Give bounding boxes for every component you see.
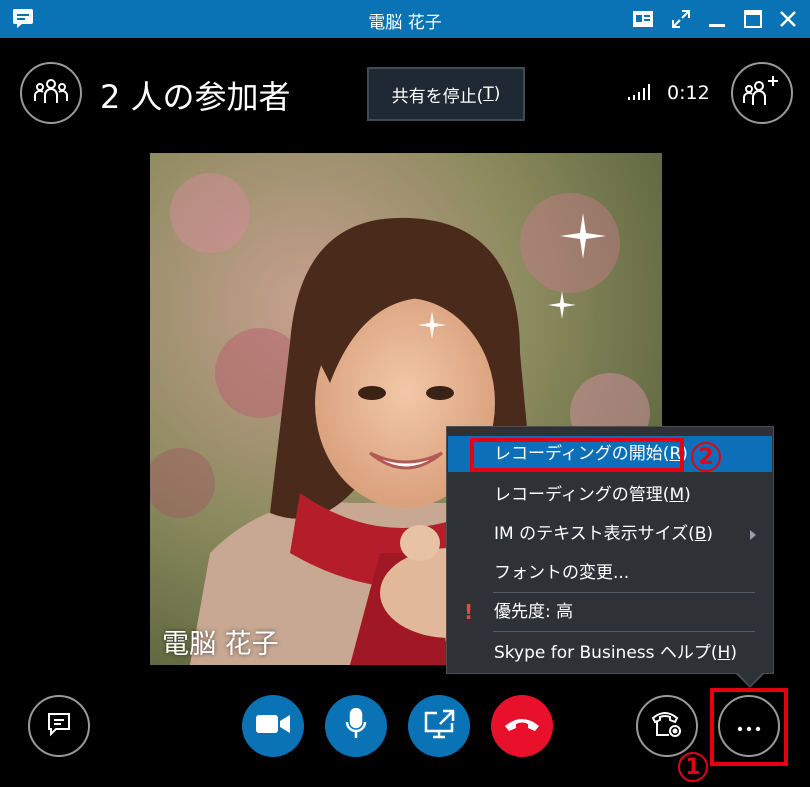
- hang-up-button[interactable]: [491, 695, 553, 757]
- menu-item-change-font[interactable]: フォントの変更...: [448, 555, 772, 591]
- menu-separator: [493, 592, 755, 593]
- participants-button[interactable]: [20, 62, 82, 124]
- annotation-step-1: 1: [678, 752, 708, 782]
- maximize-icon[interactable]: [738, 4, 768, 34]
- present-button[interactable]: [408, 695, 470, 757]
- im-button[interactable]: [28, 695, 90, 757]
- im-icon: [46, 711, 72, 741]
- stop-share-label: 共有を停止(: [391, 86, 484, 107]
- menu-item-label: フォントの変更...: [494, 563, 630, 583]
- caller-name-overlay: 電脳 花子: [162, 629, 279, 660]
- close-icon[interactable]: [773, 4, 803, 34]
- menu-item-accel: B: [694, 524, 707, 544]
- hang-up-icon: [504, 716, 540, 736]
- warning-icon: !: [464, 600, 474, 624]
- participants-count: 2 人の参加者: [100, 78, 291, 116]
- call-controls-button[interactable]: [636, 695, 698, 757]
- present-screen-icon: [423, 709, 455, 743]
- annotation-box-step-2: [470, 438, 684, 472]
- annotation-box-step-1: [710, 688, 788, 766]
- presenter-view-icon[interactable]: [628, 4, 658, 34]
- call-timer: 0:12: [667, 82, 710, 104]
- menu-item-label-end: ): [706, 524, 714, 544]
- participants-icon: [33, 75, 69, 111]
- add-participant-button[interactable]: [731, 62, 793, 124]
- menu-item-priority-high[interactable]: ! 優先度: 高: [448, 594, 772, 630]
- add-participant-icon: [743, 74, 781, 112]
- menu-pointer: [737, 672, 763, 686]
- submenu-arrow-icon: [750, 530, 756, 540]
- menu-item-label-end: ): [730, 643, 737, 663]
- minimize-icon[interactable]: [702, 4, 732, 34]
- annotation-step-2: 2: [691, 442, 721, 472]
- menu-item-label: 優先度: 高: [494, 602, 574, 622]
- menu-item-accel: M: [669, 485, 685, 505]
- menu-item-label: IM のテキスト表示サイズ(: [494, 524, 695, 544]
- menu-item-manage-recordings[interactable]: レコーディングの管理(M): [448, 477, 772, 513]
- menu-item-accel: H: [717, 643, 731, 663]
- menu-separator: [493, 631, 755, 632]
- menu-item-label: Skype for Business ヘルプ(: [494, 643, 718, 663]
- skype-meeting-window: 電脳 花子 2 人の参加者 共有を停止(T) 0:12 電脳 花子 レコーディ…: [0, 0, 810, 787]
- signal-bars-icon[interactable]: [628, 84, 654, 104]
- expand-icon[interactable]: [666, 4, 696, 34]
- video-button[interactable]: [242, 695, 304, 757]
- call-controls-icon: [650, 709, 684, 743]
- microphone-icon: [345, 707, 367, 744]
- video-camera-icon: [256, 713, 290, 739]
- menu-item-help[interactable]: Skype for Business ヘルプ(H): [448, 635, 772, 671]
- stop-sharing-button[interactable]: 共有を停止(T): [367, 67, 525, 121]
- title-bar: 電脳 花子: [0, 0, 810, 38]
- microphone-button[interactable]: [325, 695, 387, 757]
- stop-share-accel: T: [483, 84, 494, 104]
- menu-item-label: レコーディングの管理(: [494, 485, 670, 505]
- menu-item-im-text-size[interactable]: IM のテキスト表示サイズ(B): [448, 516, 772, 552]
- stop-share-label-end: ): [493, 84, 501, 104]
- menu-item-label-end: ): [684, 485, 691, 505]
